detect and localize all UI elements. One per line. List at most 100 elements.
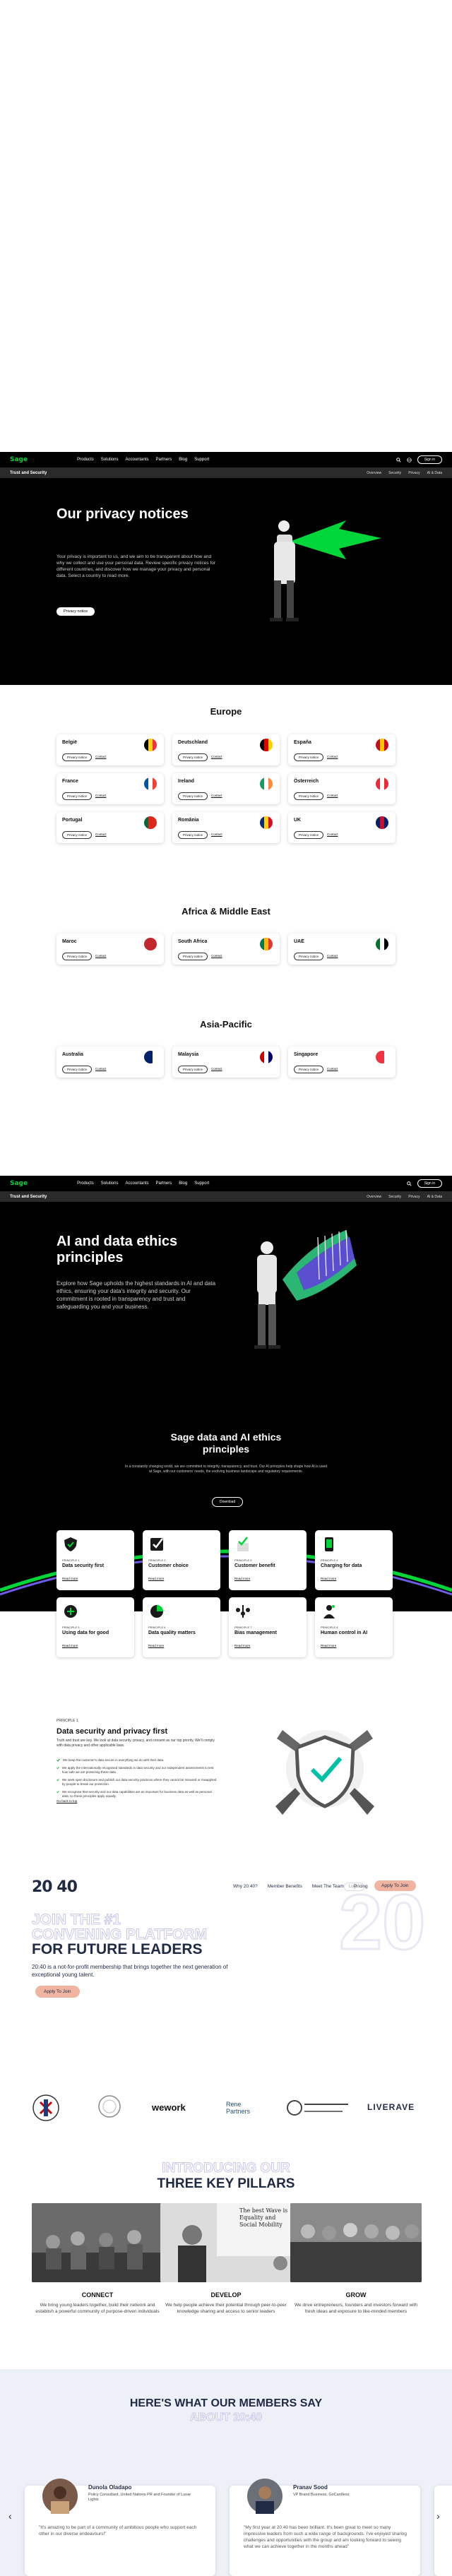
subnav-link[interactable]: Privacy bbox=[408, 1195, 420, 1199]
privacy-notice-button[interactable]: Privacy notice bbox=[62, 953, 93, 960]
nav-link[interactable]: Accountants bbox=[125, 458, 148, 462]
country-card[interactable]: South Africa Privacy notice Contact bbox=[172, 934, 280, 965]
nav-link[interactable]: Solutions bbox=[101, 458, 119, 462]
contact-link[interactable]: Contact bbox=[327, 755, 338, 758]
read-more-link[interactable]: Read more bbox=[62, 1644, 78, 1647]
sign-in-button[interactable]: Sign in bbox=[417, 455, 442, 464]
read-more-link[interactable]: Read more bbox=[62, 1577, 78, 1580]
privacy-notice-button[interactable]: Privacy notice bbox=[62, 831, 93, 839]
principle-card[interactable]: PRINCIPLE 4 Charging for data Read more bbox=[315, 1530, 393, 1590]
principle-card[interactable]: PRINCIPLE 5 Using data for good Read more bbox=[56, 1597, 134, 1657]
subnav-link[interactable]: Overview bbox=[367, 1195, 381, 1199]
nav-link[interactable]: Partners bbox=[156, 458, 172, 462]
country-card[interactable]: Malaysia Privacy notice Contact bbox=[172, 1046, 280, 1078]
principle-card[interactable]: PRINCIPLE 2 Customer choice Read more bbox=[143, 1530, 220, 1590]
contact-link[interactable]: Contact bbox=[95, 954, 107, 958]
privacy-notice-button[interactable]: Privacy notice bbox=[178, 792, 208, 800]
principle-card[interactable]: PRINCIPLE 6 Data quality matters Read more bbox=[143, 1597, 220, 1657]
search-icon[interactable] bbox=[396, 457, 401, 463]
contact-link[interactable]: Contact bbox=[327, 794, 338, 797]
country-card[interactable]: UK Privacy notice Contact bbox=[288, 812, 396, 843]
subnav-link[interactable]: Security bbox=[388, 1195, 401, 1199]
country-card[interactable]: Deutschland Privacy notice Contact bbox=[172, 734, 280, 765]
subnav-link[interactable]: AI & Data bbox=[427, 1195, 442, 1199]
login-button[interactable]: Login bbox=[344, 1883, 364, 1891]
subnav-link[interactable]: AI & Data bbox=[427, 471, 442, 475]
country-card[interactable]: UAE Privacy notice Contact bbox=[288, 934, 396, 965]
apply-button[interactable]: Apply To Join bbox=[374, 1880, 416, 1891]
country-card[interactable]: Ireland Privacy notice Contact bbox=[172, 773, 280, 804]
contact-link[interactable]: Contact bbox=[211, 1067, 222, 1071]
country-card[interactable]: België Privacy notice Contact bbox=[56, 734, 164, 765]
nav-link[interactable]: Solutions bbox=[101, 1181, 119, 1186]
contact-link[interactable]: Contact bbox=[95, 1067, 107, 1071]
globe-icon[interactable] bbox=[407, 457, 412, 463]
club-nav-link[interactable]: Meet The Team bbox=[312, 1884, 344, 1889]
contact-link[interactable]: Contact bbox=[95, 755, 107, 758]
privacy-notice-button[interactable]: Privacy notice bbox=[294, 792, 324, 800]
privacy-notice-button[interactable]: Privacy notice bbox=[178, 753, 208, 761]
nav-link[interactable]: Blog bbox=[179, 458, 187, 462]
subnav-link[interactable]: Overview bbox=[367, 471, 381, 475]
privacy-notice-button[interactable]: Privacy notice bbox=[178, 953, 208, 960]
privacy-notice-button[interactable]: Privacy notice bbox=[62, 792, 93, 800]
contact-link[interactable]: Contact bbox=[211, 794, 222, 797]
principle-card[interactable]: PRINCIPLE 1 Data security first Read more bbox=[56, 1530, 134, 1590]
country-card[interactable]: Österreich Privacy notice Contact bbox=[288, 773, 396, 804]
contact-link[interactable]: Contact bbox=[327, 954, 338, 958]
contact-link[interactable]: Contact bbox=[327, 833, 338, 836]
carousel-prev-arrow[interactable]: ‹ bbox=[8, 2510, 12, 2522]
subnav-link[interactable]: Security bbox=[388, 471, 401, 475]
nav-link[interactable]: Products bbox=[77, 1181, 94, 1186]
download-button[interactable]: Download bbox=[212, 1497, 244, 1507]
contact-link[interactable]: Contact bbox=[211, 833, 222, 836]
privacy-notice-button[interactable]: Privacy notice bbox=[178, 1066, 208, 1073]
country-card[interactable]: France Privacy notice Contact bbox=[56, 773, 164, 804]
nav-link[interactable]: Products bbox=[77, 458, 94, 462]
nav-link[interactable]: Blog bbox=[179, 1181, 187, 1186]
principle-card[interactable]: PRINCIPLE 8 Human control in AI Read more bbox=[315, 1597, 393, 1657]
country-card[interactable]: Australia Privacy notice Contact bbox=[56, 1046, 164, 1078]
club-nav-link[interactable]: Why 20:40? bbox=[233, 1884, 258, 1889]
privacy-notice-button[interactable]: Privacy notice bbox=[56, 607, 95, 616]
back-to-top-link[interactable]: Go back to top bbox=[56, 1799, 77, 1803]
country-card[interactable]: Portugal Privacy notice Contact bbox=[56, 812, 164, 843]
read-more-link[interactable]: Read more bbox=[148, 1644, 164, 1647]
nav-link[interactable]: Partners bbox=[156, 1181, 172, 1186]
sage-logo[interactable]: Sage bbox=[10, 456, 28, 463]
read-more-link[interactable]: Read more bbox=[321, 1644, 336, 1647]
privacy-notice-button[interactable]: Privacy notice bbox=[294, 953, 324, 960]
read-more-link[interactable]: Read more bbox=[234, 1577, 250, 1580]
subnav-link[interactable]: Privacy bbox=[408, 471, 420, 475]
country-card[interactable]: Singapore Privacy notice Contact bbox=[288, 1046, 396, 1078]
privacy-notice-button[interactable]: Privacy notice bbox=[178, 831, 208, 839]
nav-link[interactable]: Accountants bbox=[125, 1181, 148, 1186]
country-card[interactable]: Maroc Privacy notice Contact bbox=[56, 934, 164, 965]
contact-link[interactable]: Contact bbox=[327, 1067, 338, 1071]
sage-logo[interactable]: Sage bbox=[10, 1180, 28, 1187]
read-more-link[interactable]: Read more bbox=[321, 1577, 336, 1580]
carousel-next-arrow[interactable]: › bbox=[436, 2510, 440, 2522]
club-nav-link[interactable]: Member Benefits bbox=[268, 1884, 302, 1889]
contact-link[interactable]: Contact bbox=[95, 794, 107, 797]
privacy-notice-button[interactable]: Privacy notice bbox=[294, 831, 324, 839]
nav-link[interactable]: Support bbox=[194, 458, 209, 462]
sign-in-button[interactable]: Sign in bbox=[417, 1179, 442, 1188]
privacy-notice-button[interactable]: Privacy notice bbox=[62, 753, 93, 761]
contact-link[interactable]: Contact bbox=[95, 833, 107, 836]
read-more-link[interactable]: Read more bbox=[148, 1577, 164, 1580]
contact-link[interactable]: Contact bbox=[211, 755, 222, 758]
contact-link[interactable]: Contact bbox=[211, 954, 222, 958]
principle-card[interactable]: PRINCIPLE 3 Customer benefit Read more bbox=[229, 1530, 307, 1590]
principle-card[interactable]: PRINCIPLE 7 Bias management Read more bbox=[229, 1597, 307, 1657]
search-icon[interactable] bbox=[406, 1181, 412, 1186]
club-logo[interactable]: 20 40 bbox=[32, 1878, 78, 1896]
privacy-notice-button[interactable]: Privacy notice bbox=[294, 1066, 324, 1073]
hero-apply-button[interactable]: Apply To Join bbox=[35, 1986, 80, 1998]
country-card[interactable]: România Privacy notice Contact bbox=[172, 812, 280, 843]
read-more-link[interactable]: Read more bbox=[234, 1644, 250, 1647]
country-card[interactable]: España Privacy notice Contact bbox=[288, 734, 396, 765]
privacy-notice-button[interactable]: Privacy notice bbox=[62, 1066, 93, 1073]
nav-link[interactable]: Support bbox=[194, 1181, 209, 1186]
privacy-notice-button[interactable]: Privacy notice bbox=[294, 753, 324, 761]
